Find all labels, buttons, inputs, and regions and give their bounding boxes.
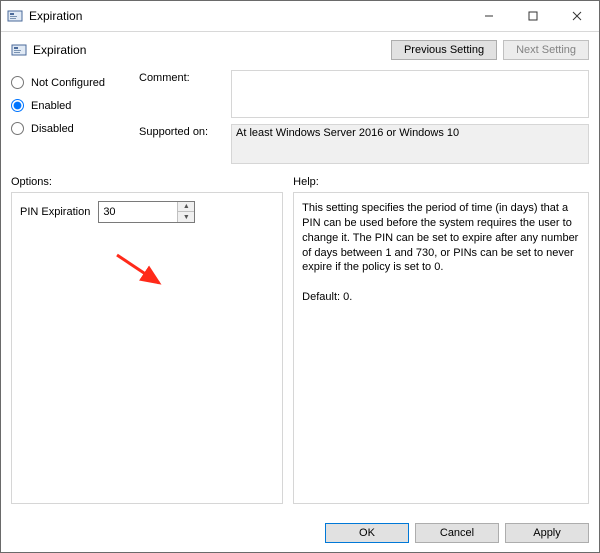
previous-setting-button[interactable]: Previous Setting [391,40,497,60]
radio-not-configured[interactable]: Not Configured [11,76,129,89]
help-default: Default: 0. [302,290,580,305]
options-label: Options: [11,176,283,188]
config-area: Not Configured Enabled Disabled Comment:… [11,70,589,164]
supported-label: Supported on: [139,124,225,164]
app-icon [7,8,23,24]
title-text: Expiration [29,9,82,23]
lower-area: Options: PIN Expiration ▲ ▼ [11,176,589,504]
apply-button[interactable]: Apply [505,523,589,543]
supported-on-text: At least Windows Server 2016 or Windows … [231,124,589,164]
cancel-button[interactable]: Cancel [415,523,499,543]
header-row: Expiration Previous Setting Next Setting [11,40,589,60]
footer: OK Cancel Apply [1,514,599,552]
radio-enabled-label: Enabled [31,100,71,112]
state-radios: Not Configured Enabled Disabled [11,70,129,135]
setting-icon [11,42,27,58]
radio-enabled[interactable]: Enabled [11,99,129,112]
titlebar: Expiration [1,1,599,32]
spin-down-button[interactable]: ▼ [178,212,194,222]
comment-input[interactable] [231,70,589,118]
radio-disabled-label: Disabled [31,123,74,135]
maximize-button[interactable] [511,1,555,31]
minimize-button[interactable] [467,1,511,31]
window-controls [467,1,599,31]
radio-not-configured-label: Not Configured [31,77,105,89]
help-label: Help: [293,176,589,188]
radio-disabled[interactable]: Disabled [11,122,129,135]
comment-label: Comment: [139,70,225,118]
dialog-body: Expiration Previous Setting Next Setting… [1,32,599,514]
pin-expiration-input[interactable] [99,202,177,222]
options-panel: PIN Expiration ▲ ▼ [11,192,283,504]
help-panel: This setting specifies the period of tim… [293,192,589,504]
pin-expiration-label: PIN Expiration [20,206,90,218]
next-setting-button[interactable]: Next Setting [503,40,589,60]
help-body: This setting specifies the period of tim… [302,201,580,275]
close-button[interactable] [555,1,599,31]
ok-button[interactable]: OK [325,523,409,543]
setting-title: Expiration [33,43,86,57]
pin-expiration-spinner[interactable]: ▲ ▼ [98,201,195,223]
gp-setting-window: Expiration Expiration Previous Setting N… [0,0,600,553]
spin-up-button[interactable]: ▲ [178,202,194,212]
